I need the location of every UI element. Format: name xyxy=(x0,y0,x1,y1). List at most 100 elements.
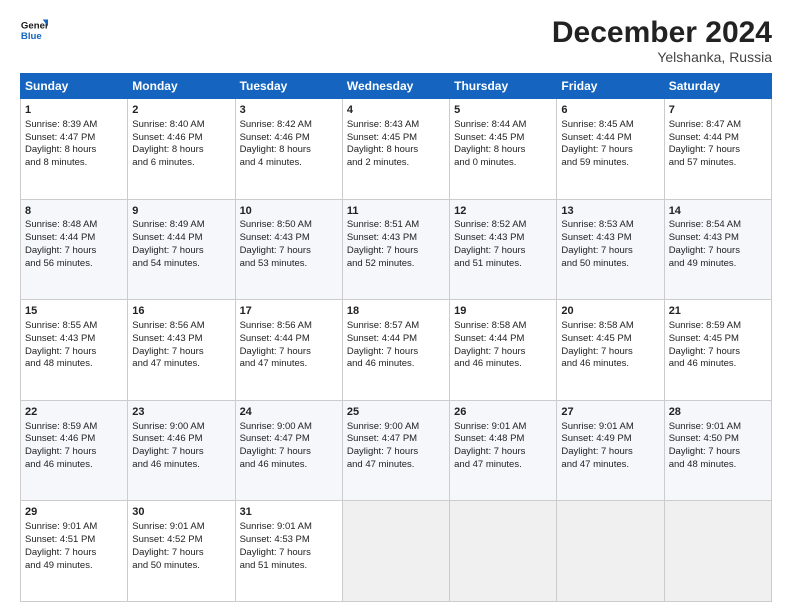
day-info-line: Sunrise: 8:56 AM xyxy=(132,320,230,333)
day-info-line: Daylight: 7 hours xyxy=(669,446,767,459)
day-info-line: Sunset: 4:43 PM xyxy=(240,232,338,245)
header: General Blue December 2024 Yelshanka, Ru… xyxy=(20,16,772,65)
day-info-line: Sunset: 4:47 PM xyxy=(347,433,445,446)
day-number: 15 xyxy=(25,304,123,319)
day-info-line: Daylight: 7 hours xyxy=(25,245,123,258)
day-info-line: Daylight: 7 hours xyxy=(561,245,659,258)
day-info-line: Sunset: 4:43 PM xyxy=(669,232,767,245)
day-info-line: Daylight: 7 hours xyxy=(240,547,338,560)
list-item: 18Sunrise: 8:57 AMSunset: 4:44 PMDayligh… xyxy=(342,300,449,401)
svg-text:Blue: Blue xyxy=(21,31,42,42)
day-info-line: and 48 minutes. xyxy=(669,459,767,472)
day-info-line: Sunrise: 8:51 AM xyxy=(347,219,445,232)
list-item xyxy=(342,501,449,602)
day-info-line: Sunrise: 9:01 AM xyxy=(669,421,767,434)
day-info-line: Daylight: 7 hours xyxy=(669,144,767,157)
day-info-line: and 56 minutes. xyxy=(25,258,123,271)
day-number: 17 xyxy=(240,304,338,319)
day-info-line: Daylight: 8 hours xyxy=(25,144,123,157)
day-info-line: and 47 minutes. xyxy=(132,358,230,371)
day-info-line: Sunrise: 8:58 AM xyxy=(561,320,659,333)
day-number: 27 xyxy=(561,405,659,420)
day-info-line: and 50 minutes. xyxy=(132,560,230,573)
day-info-line: and 8 minutes. xyxy=(25,157,123,170)
day-info-line: Sunset: 4:46 PM xyxy=(25,433,123,446)
day-info-line: Sunrise: 8:40 AM xyxy=(132,119,230,132)
day-info-line: and 6 minutes. xyxy=(132,157,230,170)
day-info-line: and 46 minutes. xyxy=(454,358,552,371)
day-number: 21 xyxy=(669,304,767,319)
day-number: 2 xyxy=(132,103,230,118)
day-info-line: Sunrise: 8:39 AM xyxy=(25,119,123,132)
day-info-line: Sunset: 4:47 PM xyxy=(240,433,338,446)
day-number: 24 xyxy=(240,405,338,420)
day-info-line: Daylight: 7 hours xyxy=(132,346,230,359)
logo-icon: General Blue xyxy=(20,16,48,44)
day-info-line: Daylight: 7 hours xyxy=(347,346,445,359)
page: General Blue December 2024 Yelshanka, Ru… xyxy=(0,0,792,612)
day-info-line: Daylight: 7 hours xyxy=(240,346,338,359)
list-item: 5Sunrise: 8:44 AMSunset: 4:45 PMDaylight… xyxy=(450,99,557,200)
day-info-line: Sunset: 4:43 PM xyxy=(25,333,123,346)
day-number: 16 xyxy=(132,304,230,319)
day-info-line: and 46 minutes. xyxy=(347,358,445,371)
day-info-line: Sunrise: 8:50 AM xyxy=(240,219,338,232)
list-item: 28Sunrise: 9:01 AMSunset: 4:50 PMDayligh… xyxy=(664,400,771,501)
list-item: 24Sunrise: 9:00 AMSunset: 4:47 PMDayligh… xyxy=(235,400,342,501)
day-info-line: Sunrise: 8:45 AM xyxy=(561,119,659,132)
list-item: 8Sunrise: 8:48 AMSunset: 4:44 PMDaylight… xyxy=(21,199,128,300)
day-number: 11 xyxy=(347,204,445,219)
day-info-line: Sunrise: 9:01 AM xyxy=(454,421,552,434)
day-info-line: Sunrise: 8:47 AM xyxy=(669,119,767,132)
day-info-line: and 47 minutes. xyxy=(240,358,338,371)
list-item: 25Sunrise: 9:00 AMSunset: 4:47 PMDayligh… xyxy=(342,400,449,501)
day-info-line: and 46 minutes. xyxy=(561,358,659,371)
day-info-line: and 47 minutes. xyxy=(347,459,445,472)
day-info-line: Sunset: 4:44 PM xyxy=(347,333,445,346)
day-info-line: and 46 minutes. xyxy=(240,459,338,472)
day-info-line: Sunrise: 8:55 AM xyxy=(25,320,123,333)
day-info-line: and 47 minutes. xyxy=(561,459,659,472)
day-info-line: and 46 minutes. xyxy=(669,358,767,371)
day-info-line: Daylight: 7 hours xyxy=(454,446,552,459)
list-item: 23Sunrise: 9:00 AMSunset: 4:46 PMDayligh… xyxy=(128,400,235,501)
day-info-line: Daylight: 7 hours xyxy=(561,346,659,359)
day-number: 31 xyxy=(240,505,338,520)
list-item xyxy=(557,501,664,602)
table-row: 15Sunrise: 8:55 AMSunset: 4:43 PMDayligh… xyxy=(21,300,772,401)
day-info-line: Daylight: 7 hours xyxy=(454,245,552,258)
day-info-line: Daylight: 7 hours xyxy=(347,245,445,258)
day-info-line: Sunset: 4:44 PM xyxy=(669,132,767,145)
day-number: 1 xyxy=(25,103,123,118)
day-info-line: Sunrise: 9:01 AM xyxy=(132,521,230,534)
day-info-line: Daylight: 7 hours xyxy=(561,446,659,459)
logo: General Blue xyxy=(20,16,48,44)
day-info-line: and 2 minutes. xyxy=(347,157,445,170)
svg-text:General: General xyxy=(21,20,48,31)
day-number: 18 xyxy=(347,304,445,319)
day-info-line: Daylight: 8 hours xyxy=(240,144,338,157)
day-info-line: Sunrise: 9:00 AM xyxy=(132,421,230,434)
list-item: 13Sunrise: 8:53 AMSunset: 4:43 PMDayligh… xyxy=(557,199,664,300)
day-info-line: and 46 minutes. xyxy=(132,459,230,472)
day-info-line: Sunrise: 8:44 AM xyxy=(454,119,552,132)
day-number: 29 xyxy=(25,505,123,520)
day-info-line: Sunset: 4:43 PM xyxy=(132,333,230,346)
table-row: 29Sunrise: 9:01 AMSunset: 4:51 PMDayligh… xyxy=(21,501,772,602)
day-info-line: Daylight: 7 hours xyxy=(132,446,230,459)
list-item xyxy=(450,501,557,602)
day-number: 9 xyxy=(132,204,230,219)
day-number: 26 xyxy=(454,405,552,420)
col-saturday: Saturday xyxy=(664,74,771,99)
day-info-line: Sunset: 4:43 PM xyxy=(561,232,659,245)
day-info-line: Sunrise: 9:01 AM xyxy=(25,521,123,534)
list-item: 31Sunrise: 9:01 AMSunset: 4:53 PMDayligh… xyxy=(235,501,342,602)
col-monday: Monday xyxy=(128,74,235,99)
day-info-line: Sunset: 4:49 PM xyxy=(561,433,659,446)
day-info-line: and 50 minutes. xyxy=(561,258,659,271)
day-info-line: and 4 minutes. xyxy=(240,157,338,170)
day-info-line: Daylight: 7 hours xyxy=(347,446,445,459)
day-number: 25 xyxy=(347,405,445,420)
day-info-line: Sunrise: 8:53 AM xyxy=(561,219,659,232)
list-item xyxy=(664,501,771,602)
